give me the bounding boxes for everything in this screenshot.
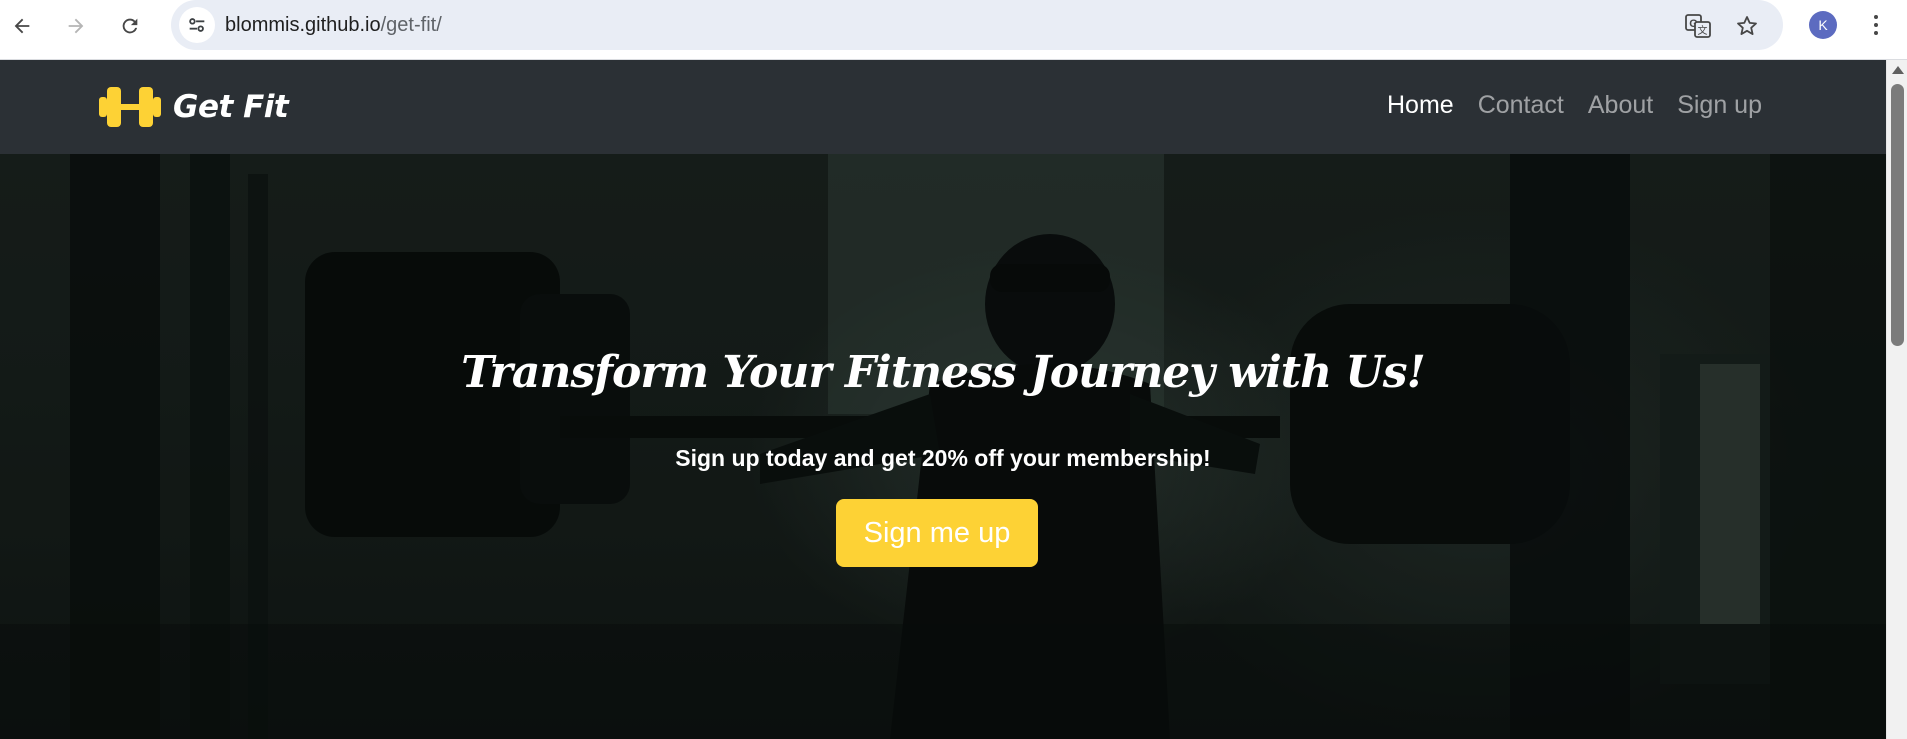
main-nav: Home Contact About Sign up — [1363, 91, 1762, 120]
forward-button[interactable] — [62, 12, 90, 40]
nav-signup-link[interactable]: Sign up — [1677, 91, 1762, 120]
arrow-right-icon — [68, 18, 84, 34]
page-viewport: Get Fit Home Contact About Sign up Trans… — [0, 60, 1907, 739]
nav-contact-link[interactable]: Contact — [1478, 91, 1564, 120]
dumbbell-icon — [99, 87, 161, 127]
profile-avatar[interactable]: K — [1809, 11, 1837, 39]
nav-about-link[interactable]: About — [1588, 91, 1653, 120]
scroll-thumb[interactable] — [1891, 84, 1904, 346]
address-bar[interactable]: blommis.github.io/get-fit/ G 文 — [171, 0, 1783, 50]
url-text[interactable]: blommis.github.io/get-fit/ — [225, 14, 442, 37]
site-info-button[interactable] — [179, 7, 215, 43]
tune-icon — [189, 18, 205, 32]
sign-me-up-button[interactable]: Sign me up — [836, 499, 1038, 567]
page-scrollbar[interactable] — [1886, 60, 1907, 739]
hero-title: Transform Your Fitness Journey with Us! — [461, 347, 1426, 399]
arrow-left-icon — [14, 18, 30, 34]
translate-button[interactable]: G 文 — [1684, 12, 1712, 40]
url-path: /get-fit/ — [380, 14, 442, 36]
brand-link[interactable]: Get Fit — [99, 85, 289, 129]
svg-text:文: 文 — [1698, 24, 1708, 37]
hero-section: Transform Your Fitness Journey with Us! … — [0, 154, 1886, 739]
site-navbar: Get Fit Home Contact About Sign up — [0, 60, 1886, 154]
reload-button[interactable] — [116, 12, 144, 40]
translate-icon: G 文 — [1685, 14, 1711, 38]
brand-name: Get Fit — [173, 89, 289, 125]
bookmark-button[interactable] — [1733, 12, 1761, 40]
more-vert-icon[interactable] — [1864, 11, 1888, 39]
nav-home-link[interactable]: Home — [1387, 91, 1454, 120]
url-domain: blommis.github.io — [225, 14, 381, 36]
reload-icon — [122, 18, 138, 34]
star-icon — [1737, 16, 1757, 35]
back-button[interactable] — [8, 12, 36, 40]
hero-subtitle: Sign up today and get 20% off your membe… — [675, 445, 1211, 471]
browser-toolbar: blommis.github.io/get-fit/ G 文 K — [0, 0, 1907, 60]
scroll-up-arrow[interactable] — [1892, 66, 1904, 74]
